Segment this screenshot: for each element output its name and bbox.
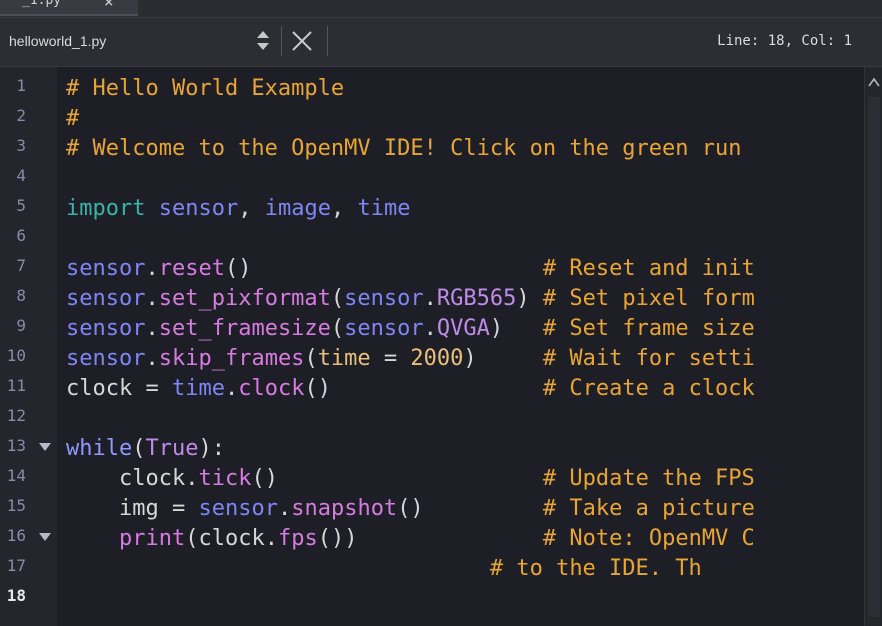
code-token: # Take a picture <box>542 496 755 521</box>
code-token: time <box>357 196 411 221</box>
code-token: # Update the FPS <box>542 466 755 491</box>
line-number: 13 <box>6 436 26 455</box>
line-number: 17 <box>6 556 26 575</box>
line-number-current: 18 <box>6 586 26 605</box>
line-number: 1 <box>16 76 26 95</box>
code-token: while <box>66 436 133 461</box>
code-line: # <box>66 104 79 134</box>
tab-label: _1.py <box>22 0 62 8</box>
code-token: sensor <box>198 496 278 521</box>
code-token: time <box>171 376 225 401</box>
code-token: clock <box>66 376 133 401</box>
line-number: 6 <box>16 226 26 245</box>
code-token: # Set frame size <box>542 316 755 341</box>
line-number: 9 <box>16 316 26 335</box>
scrollbar-thumb[interactable] <box>868 97 880 617</box>
code-line: clock = time.clock() # Create a clock <box>66 376 755 401</box>
code-token: snapshot <box>291 496 398 521</box>
line-number-gutter: 1 2 3 4 5 6 7 8 9 10 11 12 13 14 15 16 1… <box>0 67 57 626</box>
line-number: 7 <box>16 256 26 275</box>
code-token: sensor <box>66 286 146 311</box>
line-number: 14 <box>6 466 26 485</box>
vertical-scrollbar[interactable] <box>864 67 882 626</box>
code-token: set_framesize <box>158 316 331 341</box>
line-number: 15 <box>6 496 26 515</box>
code-line: sensor.skip_frames(time = 2000) # Wait f… <box>66 346 755 371</box>
code-token: # Wait for setti <box>542 346 755 371</box>
code-token: RGB565 <box>436 286 517 311</box>
fold-arrow-icon[interactable] <box>39 443 51 451</box>
line-number: 8 <box>16 286 26 305</box>
tab-strip: _1.py × <box>0 0 882 18</box>
code-line: # to the IDE. Th <box>66 554 702 584</box>
chevron-up-icon[interactable] <box>868 75 880 91</box>
line-number: 2 <box>16 106 26 125</box>
code-line: clock.tick() # Update the FPS <box>118 466 755 491</box>
code-token: # Set pixel form <box>542 286 755 311</box>
code-line: # Welcome to the OpenMV IDE! Click on th… <box>66 134 742 164</box>
code-token: img <box>118 496 159 521</box>
code-token: sensor <box>344 316 424 341</box>
code-token: print <box>118 526 186 551</box>
code-editor[interactable]: # Hello World Example # # Welcome to the… <box>57 67 864 626</box>
code-token: clock <box>198 526 265 551</box>
code-token: # Reset and init <box>542 256 755 281</box>
code-token: reset <box>158 256 225 281</box>
code-token: clock <box>118 466 186 491</box>
code-line: sensor.set_framesize(sensor.QVGA) # Set … <box>66 316 755 341</box>
code-token: # Hello World Example <box>66 76 345 101</box>
code-token: fps <box>277 526 318 551</box>
editor-toolbar: helloworld_1.py Line: 18, Col: 1 <box>0 18 882 67</box>
toolbar-separator <box>327 26 328 56</box>
code-token: # Welcome to the OpenMV IDE! Click on th… <box>66 136 742 161</box>
code-line: while(True): <box>66 436 225 461</box>
code-token: True <box>145 436 199 461</box>
tab-close-icon[interactable]: × <box>104 0 114 11</box>
code-token: sensor <box>158 196 239 221</box>
code-token: sensor <box>66 256 146 281</box>
close-icon[interactable] <box>289 28 315 54</box>
code-token: skip_frames <box>158 346 305 371</box>
code-line: print(clock.fps()) # Note: OpenMV C <box>118 526 755 551</box>
code-token: time <box>317 346 371 371</box>
code-token: sensor <box>66 346 146 371</box>
code-token: sensor <box>66 316 146 341</box>
line-number: 4 <box>16 166 26 185</box>
code-token: # to the IDE. Th <box>489 556 702 581</box>
code-token: QVGA <box>436 316 490 341</box>
code-token: image <box>264 196 331 221</box>
line-number: 10 <box>6 346 26 365</box>
code-token: import <box>66 196 146 221</box>
code-line: sensor.reset() # Reset and init <box>66 256 755 281</box>
code-line: img = sensor.snapshot() # Take a picture <box>118 496 755 521</box>
line-number: 16 <box>6 526 26 545</box>
code-line: sensor.set_pixformat(sensor.RGB565) # Se… <box>66 286 755 311</box>
line-number: 5 <box>16 196 26 215</box>
line-number: 11 <box>6 376 26 395</box>
code-token: # Note: OpenMV C <box>542 526 755 551</box>
code-token: # Create a clock <box>542 376 755 401</box>
code-token: tick <box>198 466 252 491</box>
code-token: 2000 <box>410 346 464 371</box>
code-token: sensor <box>344 286 424 311</box>
fold-arrow-icon[interactable] <box>39 533 51 541</box>
file-select-value[interactable]: helloworld_1.py <box>9 33 106 49</box>
cursor-position-label: Line: 18, Col: 1 <box>717 33 852 49</box>
line-number: 12 <box>6 406 26 425</box>
code-line: import sensor, image, time <box>66 196 411 221</box>
line-number: 3 <box>16 136 26 155</box>
toolbar-separator <box>281 26 282 56</box>
code-token: clock <box>238 376 305 401</box>
code-line: # Hello World Example <box>66 74 344 104</box>
tab-helloworld[interactable]: _1.py × <box>0 0 138 16</box>
up-down-arrows-icon[interactable] <box>255 27 271 55</box>
code-token: # <box>66 106 80 131</box>
code-token: set_pixformat <box>158 286 331 311</box>
